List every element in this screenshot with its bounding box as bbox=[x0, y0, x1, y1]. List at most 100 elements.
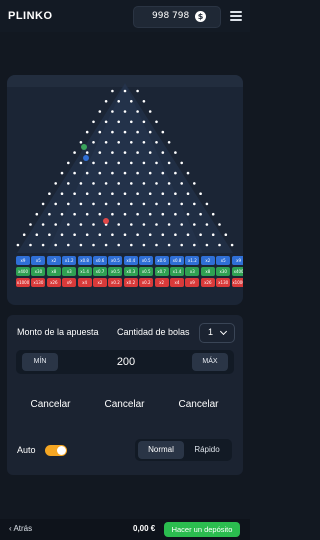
peg bbox=[85, 192, 89, 195]
peg bbox=[123, 110, 127, 113]
peg bbox=[48, 212, 51, 216]
peg bbox=[67, 243, 70, 247]
peg bbox=[230, 243, 234, 247]
peg bbox=[193, 223, 196, 226]
speed-normal-option[interactable]: Normal bbox=[138, 441, 184, 459]
cancel-button-green[interactable]: Cancelar bbox=[91, 389, 158, 420]
peg bbox=[155, 120, 158, 124]
peg bbox=[111, 171, 114, 175]
multiplier-cell: x30 bbox=[216, 267, 231, 276]
peg bbox=[161, 233, 165, 236]
peg bbox=[92, 223, 95, 226]
multiplier-cell: x4 bbox=[170, 278, 184, 287]
chevron-down-icon bbox=[219, 327, 228, 336]
peg bbox=[211, 212, 215, 216]
peg bbox=[98, 151, 102, 154]
peg bbox=[41, 202, 45, 206]
peg bbox=[104, 243, 108, 247]
back-link[interactable]: ‹ Atrás bbox=[9, 524, 32, 533]
auto-toggle[interactable] bbox=[45, 445, 67, 456]
multiplier-cell: x0.5 bbox=[139, 256, 154, 265]
peg bbox=[180, 243, 183, 247]
peg bbox=[130, 100, 133, 103]
peg bbox=[54, 182, 57, 185]
plinko-logo: PLINKO bbox=[8, 10, 53, 22]
peg bbox=[142, 243, 146, 247]
peg bbox=[111, 233, 114, 236]
peg bbox=[123, 130, 127, 134]
peg bbox=[104, 120, 108, 124]
peg bbox=[73, 151, 76, 154]
peg bbox=[123, 192, 127, 195]
peg bbox=[130, 202, 133, 206]
peg bbox=[174, 151, 177, 154]
multiplier-cell: x130 bbox=[216, 278, 231, 287]
multiplier-cell: x9 bbox=[62, 278, 77, 287]
peg bbox=[16, 243, 20, 247]
peg bbox=[111, 192, 114, 195]
peg bbox=[148, 130, 152, 134]
peg bbox=[161, 130, 165, 134]
peg bbox=[142, 202, 146, 206]
peg bbox=[148, 212, 152, 216]
multiplier-cell: x5 bbox=[31, 256, 46, 265]
peg bbox=[67, 161, 70, 165]
speed-fast-option[interactable]: Rápido bbox=[185, 441, 229, 459]
cancel-button-blue[interactable]: Cancelar bbox=[17, 389, 84, 420]
multiplier-cell: x0.2 bbox=[108, 278, 123, 287]
peg bbox=[180, 182, 183, 185]
peg bbox=[85, 233, 89, 236]
peg bbox=[155, 182, 158, 185]
multiplier-cell: x26 bbox=[46, 278, 61, 287]
multiplier-cell: x0.5 bbox=[108, 256, 123, 265]
multiplier-cell: x0.8 bbox=[170, 256, 184, 265]
peg bbox=[104, 100, 108, 103]
peg bbox=[67, 182, 70, 185]
peg bbox=[104, 182, 108, 185]
peg bbox=[79, 161, 83, 165]
peg bbox=[117, 243, 120, 247]
back-label: Atrás bbox=[13, 524, 33, 533]
peg bbox=[136, 192, 139, 195]
cancel-button-red[interactable]: Cancelar bbox=[165, 389, 232, 420]
peg bbox=[205, 202, 209, 206]
peg bbox=[136, 233, 139, 236]
peg bbox=[161, 212, 165, 216]
multiplier-cell: x3 bbox=[185, 267, 200, 276]
peg bbox=[174, 233, 177, 236]
toggle-knob bbox=[57, 446, 66, 455]
max-button[interactable]: MÁX bbox=[192, 353, 228, 371]
peg bbox=[123, 171, 127, 175]
peg bbox=[117, 161, 120, 165]
multiplier-cell: x9 bbox=[16, 256, 30, 265]
min-button[interactable]: MÍN bbox=[22, 353, 58, 371]
peg bbox=[130, 243, 133, 247]
peg bbox=[218, 243, 221, 247]
peg bbox=[167, 182, 171, 185]
multiplier-cell: x1.2 bbox=[185, 256, 200, 265]
multiplier-cell: x1.2 bbox=[62, 256, 77, 265]
peg bbox=[35, 233, 39, 236]
peg bbox=[22, 233, 26, 236]
peg bbox=[85, 130, 89, 134]
peg bbox=[148, 110, 152, 113]
bet-amount-row: MÍN 200 MÁX bbox=[16, 350, 234, 374]
peg bbox=[174, 212, 177, 216]
ball-count-select[interactable]: 1 bbox=[199, 323, 235, 343]
multiplier-cell: x8 bbox=[200, 267, 215, 276]
multiplier-cell: x0.2 bbox=[139, 278, 154, 287]
balance-display[interactable]: 998 798 $ bbox=[133, 6, 221, 28]
deposit-button[interactable]: Hacer un depósito bbox=[164, 522, 240, 537]
peg bbox=[199, 212, 202, 216]
peg bbox=[161, 192, 165, 195]
multiplier-cell: x0.7 bbox=[93, 267, 107, 276]
peg bbox=[142, 182, 146, 185]
peg bbox=[161, 151, 165, 154]
peg bbox=[155, 223, 158, 226]
peg bbox=[79, 243, 83, 247]
bet-amount-input[interactable]: 200 bbox=[106, 356, 146, 368]
peg bbox=[92, 202, 95, 206]
hamburger-menu-icon[interactable] bbox=[230, 11, 242, 21]
multiplier-cell: x0.3 bbox=[123, 267, 138, 276]
peg bbox=[136, 212, 139, 216]
